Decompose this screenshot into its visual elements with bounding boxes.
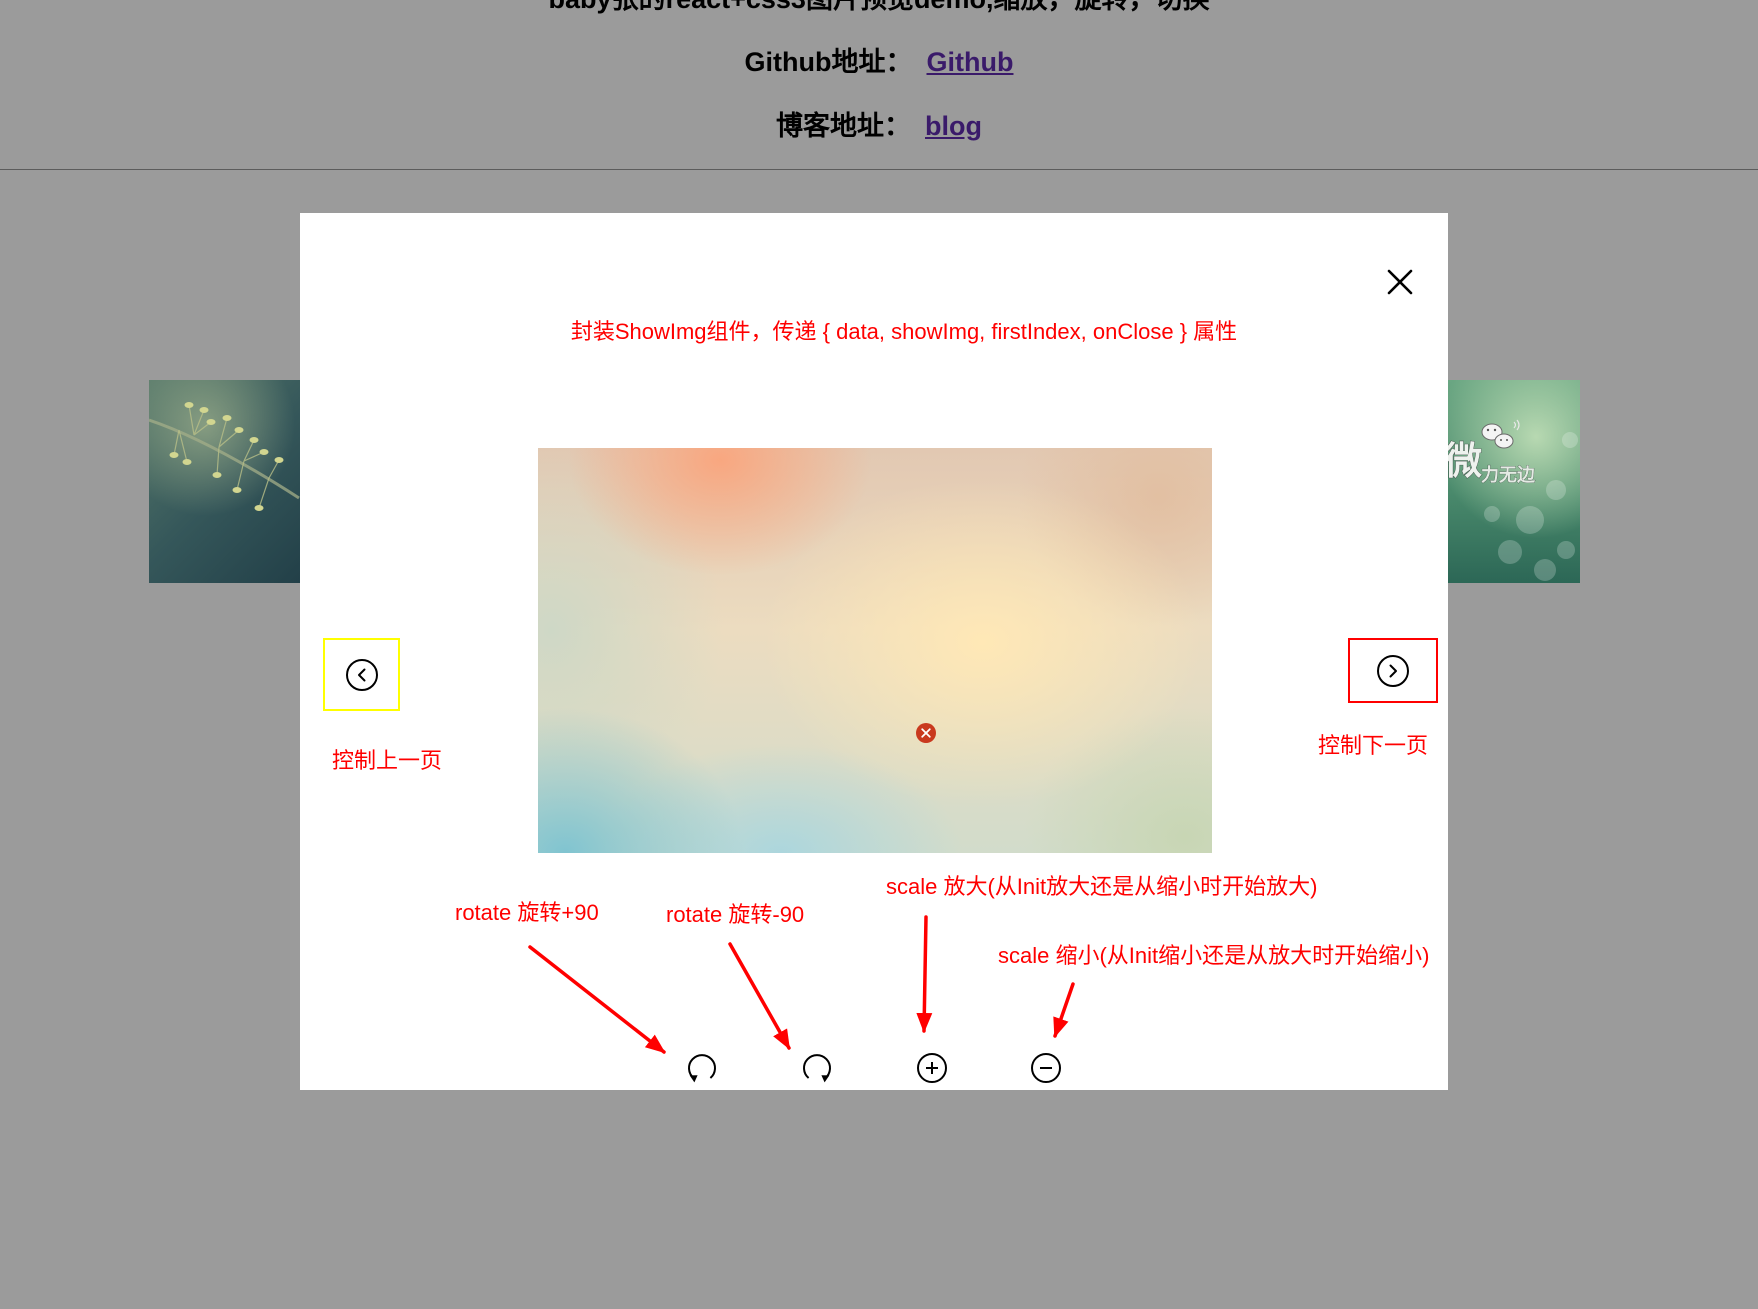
image-viewer-modal: 封装ShowImg组件，传递 { data, showImg, firstInd… [300, 213, 1448, 1090]
page-title: baby张的react+css3图片预览demo,缩放，旋转，切换 [0, 0, 1758, 16]
annotation-component-note: 封装ShowImg组件，传递 { data, showImg, firstInd… [570, 319, 1238, 344]
next-button[interactable] [1375, 653, 1411, 689]
zoom-out-icon [1031, 1053, 1061, 1083]
zoom-in-button[interactable] [915, 1051, 949, 1085]
chevron-right-circle-icon [1377, 654, 1409, 687]
annotation-zoom-in-note: scale 放大(从Init放大还是从缩小时开始放大) [886, 874, 1318, 899]
broken-image-icon [915, 722, 937, 744]
blog-line: 博客地址： blog [0, 109, 1758, 143]
annotation-rotate-plus-note: rotate 旋转+90 [455, 900, 599, 925]
preview-image[interactable] [538, 448, 1212, 853]
github-line: Github地址： Github [0, 45, 1758, 79]
arrow-to-zoom-out [1053, 982, 1075, 1038]
close-button[interactable] [1386, 268, 1414, 296]
blog-link[interactable]: blog [925, 111, 982, 141]
header-divider [0, 169, 1758, 170]
arrow-to-zoom-in [916, 915, 933, 1033]
annotation-rotate-minus-note: rotate 旋转-90 [666, 902, 805, 927]
blog-label: 博客地址： [776, 111, 911, 141]
annotation-zoom-out-note: scale 缩小(从Init缩小还是从放大时开始缩小) [998, 943, 1430, 968]
prev-button[interactable] [344, 657, 380, 693]
rotate-left-button[interactable] [685, 1051, 719, 1085]
thumbnail-logo-big: 微 [1443, 441, 1482, 483]
rotate-right-icon [803, 1054, 831, 1083]
arrow-to-rotate-left [528, 945, 666, 1054]
annotation-prev-note: 控制上一页 [332, 748, 443, 773]
github-link[interactable]: Github [927, 47, 1014, 77]
annotation-next-note: 控制下一页 [1318, 733, 1429, 758]
rotate-right-button[interactable] [800, 1051, 834, 1085]
prev-highlight-frame [323, 638, 400, 711]
zoom-in-icon [917, 1053, 947, 1083]
arrow-to-rotate-right [728, 942, 791, 1050]
thumbnail-logo-small: 力无边 [1481, 465, 1536, 485]
next-highlight-frame [1348, 638, 1438, 703]
close-icon [1387, 269, 1413, 295]
github-label: Github地址： [744, 47, 913, 77]
rotate-left-icon [688, 1054, 716, 1083]
chevron-left-circle-icon [345, 658, 378, 691]
zoom-out-button[interactable] [1029, 1051, 1063, 1085]
